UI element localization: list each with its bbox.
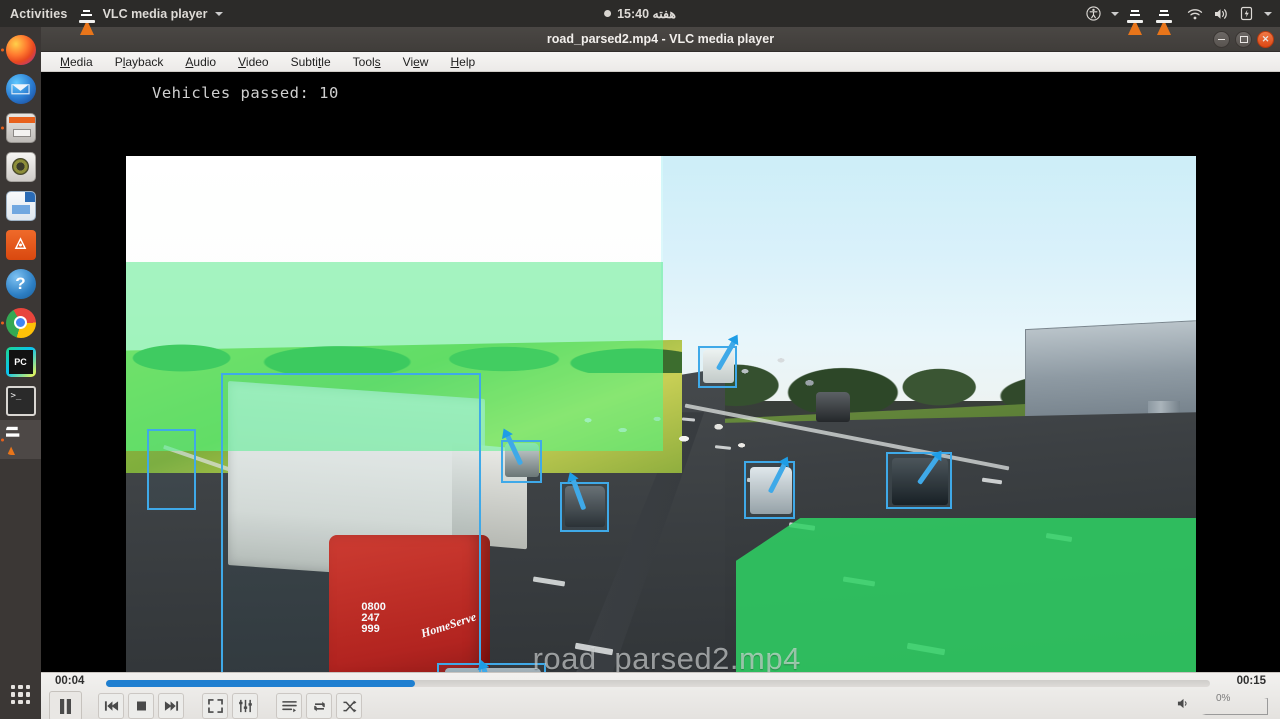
- volume-icon[interactable]: [1212, 5, 1229, 22]
- show-applications-button[interactable]: [0, 675, 41, 714]
- pause-button[interactable]: [49, 691, 82, 719]
- vlc-indicator-icon-1[interactable]: [1127, 5, 1144, 35]
- screen: Activities VLC media player هفته 15:40 ?…: [0, 0, 1280, 719]
- next-button[interactable]: [158, 693, 184, 719]
- menu-item-subtitle[interactable]: Subtitle: [280, 54, 342, 70]
- pycharm-icon: PC: [5, 346, 36, 377]
- dock-item-files[interactable]: [0, 108, 41, 147]
- app-menu-label: VLC media player: [102, 6, 208, 21]
- menu-item-tools[interactable]: Tools: [342, 54, 392, 70]
- firefox-icon: [5, 34, 36, 65]
- segmentation-mask-right: [735, 518, 1196, 672]
- dock-item-google-chrome[interactable]: [0, 303, 41, 342]
- maximize-button[interactable]: [1235, 31, 1252, 48]
- detection-box-car-far-left: [147, 429, 196, 511]
- libreoffice-writer-icon: [5, 190, 36, 221]
- volume-percent: 0%: [1216, 693, 1231, 704]
- menu-item-media[interactable]: Media: [49, 54, 104, 70]
- close-button[interactable]: ✕: [1257, 31, 1274, 48]
- menu-bar: Media Playback Audio Video Subtitle Tool…: [41, 52, 1280, 72]
- dock-item-vlc[interactable]: [0, 420, 41, 459]
- detection-box-truck-large: [221, 373, 482, 672]
- thunderbird-icon: [5, 73, 36, 104]
- vlc-control-bar: 00:04 00:15 0%: [41, 672, 1280, 719]
- seek-row: 00:04 00:15: [41, 673, 1280, 692]
- activities-button[interactable]: Activities: [0, 7, 80, 21]
- stop-button[interactable]: [128, 693, 154, 719]
- extended-settings-button[interactable]: [232, 693, 258, 719]
- menu-item-audio[interactable]: Audio: [174, 54, 227, 70]
- dock-item-firefox[interactable]: [0, 30, 41, 69]
- google-chrome-icon: [5, 307, 36, 338]
- running-indicator: [1, 321, 4, 324]
- previous-button[interactable]: [98, 693, 124, 719]
- dock-item-pycharm[interactable]: PC: [0, 342, 41, 381]
- osd-vehicle-counter: Vehicles passed: 10: [152, 84, 339, 102]
- volume-slider-track: [1202, 698, 1268, 715]
- window-title-bar[interactable]: road_parsed2.mp4 - VLC media player ✕: [41, 27, 1280, 52]
- video-frame: 0800 247 999 HomeServe road_parsed2.mp4: [126, 156, 1196, 672]
- seek-bar-fill: [106, 680, 416, 687]
- wifi-icon[interactable]: [1186, 5, 1203, 22]
- chevron-down-icon[interactable]: [1111, 11, 1119, 16]
- elapsed-time[interactable]: 00:04: [55, 675, 84, 687]
- chevron-down-icon[interactable]: [1264, 11, 1272, 16]
- running-indicator: [1, 126, 4, 129]
- running-indicator: [1, 48, 4, 51]
- fullscreen-button[interactable]: [202, 693, 228, 719]
- right-controls: 0%: [1177, 692, 1272, 719]
- ubuntu-dock: ? PC >_: [0, 27, 41, 719]
- app-menu-button[interactable]: VLC media player: [78, 5, 223, 35]
- volume-slider[interactable]: 0%: [1196, 693, 1272, 717]
- detection-box-car-bottom: [437, 662, 547, 672]
- battery-icon[interactable]: [1238, 5, 1255, 22]
- help-icon: ?: [5, 268, 36, 299]
- gnome-top-bar: Activities VLC media player هفته 15:40: [0, 0, 1280, 35]
- dock-item-help[interactable]: ?: [0, 264, 41, 303]
- lane-dash: [682, 417, 696, 422]
- menu-item-playback[interactable]: Playback: [104, 54, 175, 70]
- apps-grid-icon: [6, 680, 36, 710]
- window-title: road_parsed2.mp4 - VLC media player: [546, 32, 775, 46]
- chevron-down-icon: [214, 11, 223, 16]
- video-watermark: road_parsed2.mp4: [532, 640, 801, 672]
- dock-item-terminal[interactable]: >_: [0, 381, 41, 420]
- minimize-button[interactable]: [1213, 31, 1230, 48]
- ubuntu-software-icon: [5, 229, 36, 260]
- speaker-icon[interactable]: [1177, 697, 1190, 715]
- clock-label: هفته 15:40: [617, 7, 676, 21]
- window-controls: ✕: [1213, 31, 1274, 48]
- clock[interactable]: هفته 15:40: [604, 6, 676, 21]
- seek-bar[interactable]: [106, 680, 1210, 687]
- terminal-icon: >_: [5, 385, 36, 416]
- vlc-icon: [5, 424, 36, 455]
- system-tray: [1085, 0, 1272, 35]
- running-indicator: [1, 438, 4, 441]
- vehicle-car-mid-right: [816, 392, 851, 423]
- recording-dot-icon: [604, 10, 612, 17]
- loop-button[interactable]: [306, 693, 332, 719]
- button-row: 0%: [41, 691, 1280, 719]
- dock-item-libreoffice-writer[interactable]: [0, 186, 41, 225]
- menu-item-video[interactable]: Video: [227, 54, 279, 70]
- menu-item-help[interactable]: Help: [439, 54, 486, 70]
- vlc-window: road_parsed2.mp4 - VLC media player ✕ Me…: [41, 27, 1280, 719]
- files-icon: [5, 112, 36, 143]
- dock-item-thunderbird[interactable]: [0, 69, 41, 108]
- dock-item-ubuntu-software[interactable]: [0, 225, 41, 264]
- dock-item-rhythmbox[interactable]: [0, 147, 41, 186]
- accessibility-icon[interactable]: [1085, 5, 1102, 22]
- playlist-button[interactable]: [276, 693, 302, 719]
- vlc-cone-icon: [78, 5, 96, 35]
- menu-item-view[interactable]: View: [392, 54, 440, 70]
- rhythmbox-icon: [5, 151, 36, 182]
- total-time[interactable]: 00:15: [1237, 675, 1266, 687]
- video-area[interactable]: Vehicles passed: 10 0800 247 999 HomeSer…: [41, 72, 1280, 672]
- random-button[interactable]: [336, 693, 362, 719]
- vlc-indicator-icon-2[interactable]: [1156, 5, 1173, 35]
